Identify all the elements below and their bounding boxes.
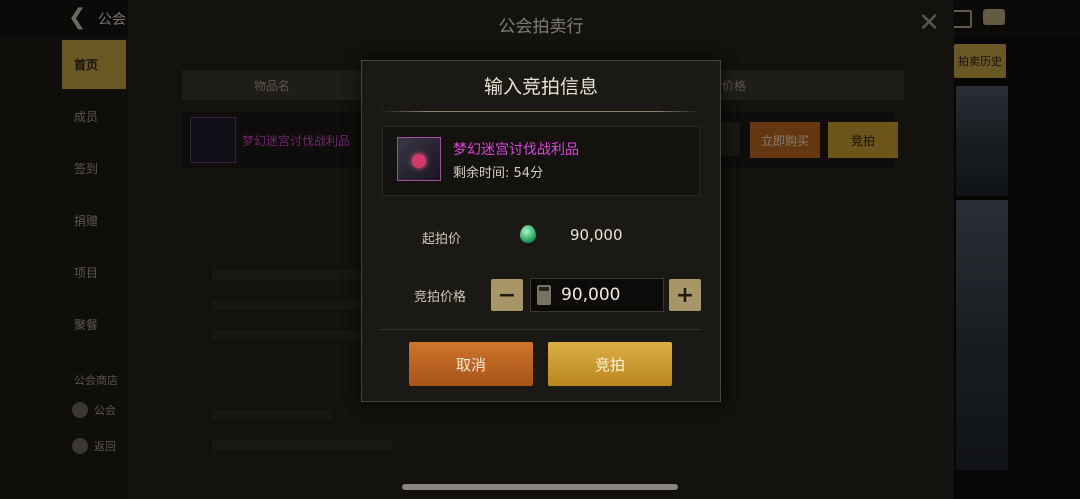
dialog-title: 输入竞拍信息 [483,76,598,98]
remaining-time: 剩余时间: 54分 [453,162,543,181]
panel-title: 公会拍卖行 [498,17,584,37]
currency-gem-icon [520,225,536,243]
sidebar-item-label: 聚餐 [74,318,99,332]
bid-price-label: 竞拍价格 [414,290,467,305]
divider [380,111,702,112]
chat-icon[interactable] [983,9,1005,25]
background-artwork [956,86,1008,196]
cancel-button[interactable]: 取消 [409,342,533,386]
row-bid-button[interactable]: 竞拍 [828,122,898,158]
home-indicator[interactable] [402,484,678,490]
bid-dialog: 输入竞拍信息 梦幻迷宫讨伐战利品 剩余时间: 54分 起拍价 90,000 竞拍… [361,60,721,402]
sidebar-item-project[interactable]: 项目 [62,248,126,298]
sidebar-sub-label: 返回 [94,440,116,453]
bid-price-field [530,278,664,312]
sidebar-item-label: 签到 [74,162,99,176]
sidebar-sub-shop[interactable]: 公会 [72,402,116,418]
gem-glow [412,154,426,168]
start-price-label: 起拍价 [422,232,462,247]
sidebar-item-gathering[interactable]: 聚餐 [62,300,126,350]
sidebar-item-donate[interactable]: 捐赠 [62,196,126,246]
item-name: 梦幻迷宫讨伐战利品 [453,142,579,158]
row-item-name: 梦幻迷宫讨伐战利品 [242,134,351,148]
item-info-box: 梦幻迷宫讨伐战利品 剩余时间: 54分 [382,126,700,196]
sidebar-item-members[interactable]: 成员 [62,92,126,142]
increase-button[interactable]: + [669,279,701,311]
sidebar-item-label: 首页 [74,58,99,72]
item-chest-icon [397,137,441,181]
sidebar-item-checkin[interactable]: 签到 [62,144,126,194]
sidebar-item-label: 成员 [74,110,99,124]
calculator-icon[interactable] [537,285,551,305]
close-icon[interactable]: ✕ [918,10,940,36]
decrease-button[interactable]: − [491,279,523,311]
buy-now-button[interactable]: 立即购买 [750,122,820,158]
sidebar-sub-return[interactable]: 返回 [72,438,116,454]
placeholder-line [212,440,392,450]
sidebar-item-label: 捐赠 [74,214,99,228]
guild-title: 公会 [98,12,126,28]
background-artwork [956,200,1008,470]
time-label: 剩余时间: [453,166,510,181]
auction-history-button[interactable]: 拍卖历史 [954,44,1006,78]
divider [380,329,702,330]
shop-icon [72,402,88,418]
time-value: 54分 [513,166,544,181]
placeholder-line [212,410,332,420]
sidebar-item-label: 项目 [74,266,99,280]
guild-shop-section: 公会商店 [74,374,118,387]
bid-price-input[interactable] [561,279,657,311]
sidebar-item-home[interactable]: 首页 [62,40,126,90]
bid-confirm-button[interactable]: 竞拍 [548,342,672,386]
column-price: 价格 [722,79,747,93]
return-icon [72,438,88,454]
back-arrow-icon[interactable]: ❮ [68,6,92,30]
start-price-value: 90,000 [570,226,623,244]
column-item-name: 物品名 [254,79,291,93]
sidebar-sub-label: 公会 [94,404,116,417]
mail-icon[interactable] [952,10,972,28]
item-thumbnail [190,117,236,163]
